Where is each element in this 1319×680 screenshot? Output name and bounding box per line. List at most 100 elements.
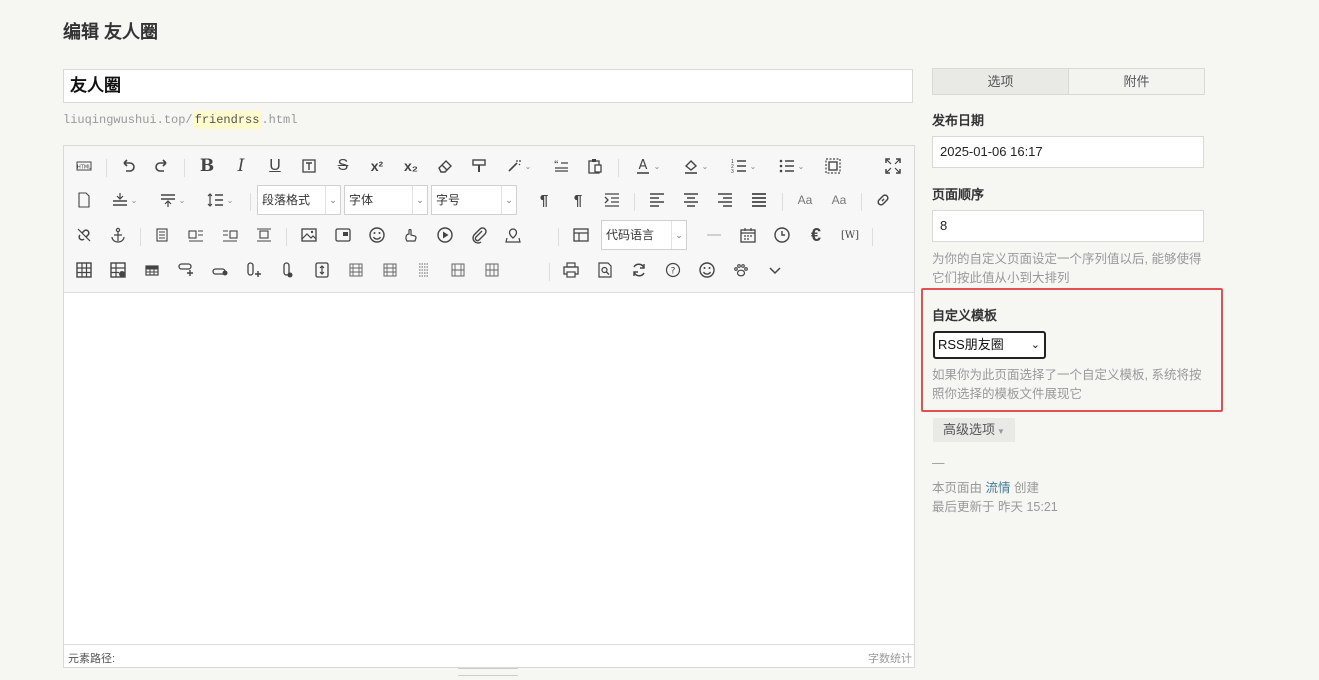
insert-col-left-icon[interactable] bbox=[242, 258, 266, 282]
image-icon[interactable] bbox=[297, 223, 321, 247]
html-source-icon[interactable]: HTML bbox=[72, 154, 96, 178]
chevron-down-icon: ⌄ bbox=[671, 221, 686, 249]
template-selected-value: RSS朋友圈 bbox=[938, 337, 1004, 352]
line-height-icon[interactable]: ⌄ bbox=[202, 188, 238, 212]
horizontal-rule-icon[interactable] bbox=[702, 223, 726, 247]
underline-icon[interactable]: U bbox=[263, 154, 287, 178]
justify-icon[interactable] bbox=[747, 188, 771, 212]
delete-table-icon[interactable] bbox=[106, 258, 130, 282]
code-language-select[interactable]: 代码语言 ⌄ bbox=[601, 220, 687, 250]
redo-icon[interactable] bbox=[150, 154, 174, 178]
insert-row-above-icon[interactable] bbox=[174, 258, 198, 282]
font-family-select[interactable]: 字体 ⌄ bbox=[344, 185, 428, 215]
time-icon[interactable] bbox=[770, 223, 794, 247]
undo-icon[interactable] bbox=[116, 154, 140, 178]
ordered-list-icon[interactable]: 1 2 3 ⌄ bbox=[725, 154, 761, 178]
case-lower-icon[interactable]: Aa bbox=[827, 188, 851, 212]
new-doc-icon[interactable] bbox=[72, 188, 96, 212]
emoji-icon[interactable] bbox=[365, 223, 389, 247]
help-icon[interactable]: ? bbox=[661, 258, 685, 282]
image-none-icon[interactable] bbox=[150, 223, 174, 247]
preview-icon[interactable] bbox=[593, 258, 617, 282]
split-cells-icon[interactable] bbox=[310, 258, 334, 282]
bold-icon[interactable]: B bbox=[195, 154, 219, 178]
search-replace-icon[interactable] bbox=[627, 258, 651, 282]
strikethrough-icon[interactable]: S bbox=[331, 154, 355, 178]
insert-col-right-icon[interactable] bbox=[276, 258, 300, 282]
chevron-down-icon: ⌄ bbox=[325, 186, 340, 214]
insert-table-icon[interactable] bbox=[72, 258, 96, 282]
svg-text:HTML: HTML bbox=[77, 165, 91, 171]
align-center-icon[interactable] bbox=[679, 188, 703, 212]
rtl-icon[interactable]: ¶ bbox=[566, 188, 590, 212]
author-link[interactable]: 流情 bbox=[986, 481, 1011, 495]
face-icon[interactable] bbox=[695, 258, 719, 282]
merge-cells-icon[interactable] bbox=[344, 258, 368, 282]
publish-date-field[interactable]: 2025-01-06 16:17 bbox=[932, 136, 1204, 168]
tab-options[interactable]: 选项 bbox=[933, 69, 1069, 94]
tab-attachments[interactable]: 附件 bbox=[1069, 69, 1204, 94]
wordimage-icon[interactable]: [W] bbox=[838, 223, 862, 247]
toolbar-separator bbox=[782, 193, 783, 211]
superscript-icon[interactable]: x² bbox=[365, 154, 389, 178]
image-left-icon[interactable] bbox=[184, 223, 208, 247]
format-painter-icon[interactable] bbox=[467, 154, 491, 178]
custom-template-help: 如果你为此页面选择了一个自定义模板, 系统将按照你选择的模板文件展现它 bbox=[932, 368, 1202, 401]
fullscreen-icon[interactable] bbox=[881, 154, 905, 178]
slug-prefix: liuqingwushui.top/ bbox=[63, 113, 193, 127]
paste-plain-icon[interactable] bbox=[583, 154, 607, 178]
link-icon[interactable] bbox=[871, 188, 895, 212]
italic-icon[interactable]: I bbox=[229, 154, 253, 178]
multi-image-icon[interactable] bbox=[331, 223, 355, 247]
ltr-icon[interactable]: ¶ bbox=[532, 188, 556, 212]
font-size-select[interactable]: 字号 ⌄ bbox=[431, 185, 517, 215]
merge-down-icon[interactable] bbox=[412, 258, 436, 282]
toolbar-separator bbox=[106, 159, 107, 177]
template-icon[interactable] bbox=[569, 223, 593, 247]
page-title: 编辑 友人圈 bbox=[63, 22, 159, 42]
auto-format-icon[interactable]: ⌄ bbox=[501, 154, 535, 178]
insert-caption-icon[interactable] bbox=[140, 258, 164, 282]
quote-icon[interactable]: “ bbox=[549, 154, 573, 178]
unlink-icon[interactable] bbox=[72, 223, 96, 247]
background-color-icon[interactable]: ⌄ bbox=[677, 154, 713, 178]
video-icon[interactable] bbox=[433, 223, 457, 247]
page-order-field[interactable]: 8 bbox=[932, 210, 1204, 242]
paragraph-format-select[interactable]: 段落格式 ⌄ bbox=[257, 185, 341, 215]
row-spacing-bottom-icon[interactable]: ⌄ bbox=[154, 188, 190, 212]
toolbar-separator bbox=[140, 228, 141, 246]
title-input[interactable]: 友人圈 bbox=[63, 69, 913, 103]
resize-grip-handle[interactable] bbox=[458, 668, 518, 676]
case-upper-icon[interactable]: Aa bbox=[793, 188, 817, 212]
attachment-icon[interactable] bbox=[467, 223, 491, 247]
align-left-icon[interactable] bbox=[645, 188, 669, 212]
editor-content-area[interactable] bbox=[64, 293, 914, 643]
print-icon[interactable] bbox=[559, 258, 583, 282]
anchor-icon[interactable] bbox=[106, 223, 130, 247]
font-color-icon[interactable]: A ⌄ bbox=[629, 154, 665, 178]
scrawl-icon[interactable] bbox=[399, 223, 423, 247]
advanced-options-button[interactable]: 高级选项 ▼ bbox=[933, 418, 1015, 442]
special-char-icon[interactable]: € bbox=[804, 223, 828, 247]
indent-icon[interactable] bbox=[600, 188, 624, 212]
baidu-paw-icon[interactable] bbox=[729, 258, 753, 282]
unordered-list-icon[interactable]: ⌄ bbox=[773, 154, 809, 178]
row-spacing-top-icon[interactable]: ⌄ bbox=[106, 188, 142, 212]
select-all-icon[interactable] bbox=[821, 154, 845, 178]
slug-input[interactable]: friendrss bbox=[192, 111, 262, 129]
align-right-icon[interactable] bbox=[713, 188, 737, 212]
custom-template-select[interactable]: RSS朋友圈 ⌄ bbox=[933, 331, 1046, 359]
split-rows-icon[interactable] bbox=[446, 258, 470, 282]
image-right-icon[interactable] bbox=[218, 223, 242, 247]
split-cols-icon[interactable] bbox=[480, 258, 504, 282]
more-icon[interactable] bbox=[763, 258, 787, 282]
image-center-icon[interactable] bbox=[252, 223, 276, 247]
merge-right-icon[interactable] bbox=[378, 258, 402, 282]
map-icon[interactable] bbox=[501, 223, 525, 247]
border-text-icon[interactable] bbox=[297, 154, 321, 178]
subscript-icon[interactable]: x₂ bbox=[399, 154, 423, 178]
meta-divider: — bbox=[932, 456, 945, 470]
date-icon[interactable] bbox=[736, 223, 760, 247]
eraser-icon[interactable] bbox=[433, 154, 457, 178]
insert-row-below-icon[interactable] bbox=[208, 258, 232, 282]
